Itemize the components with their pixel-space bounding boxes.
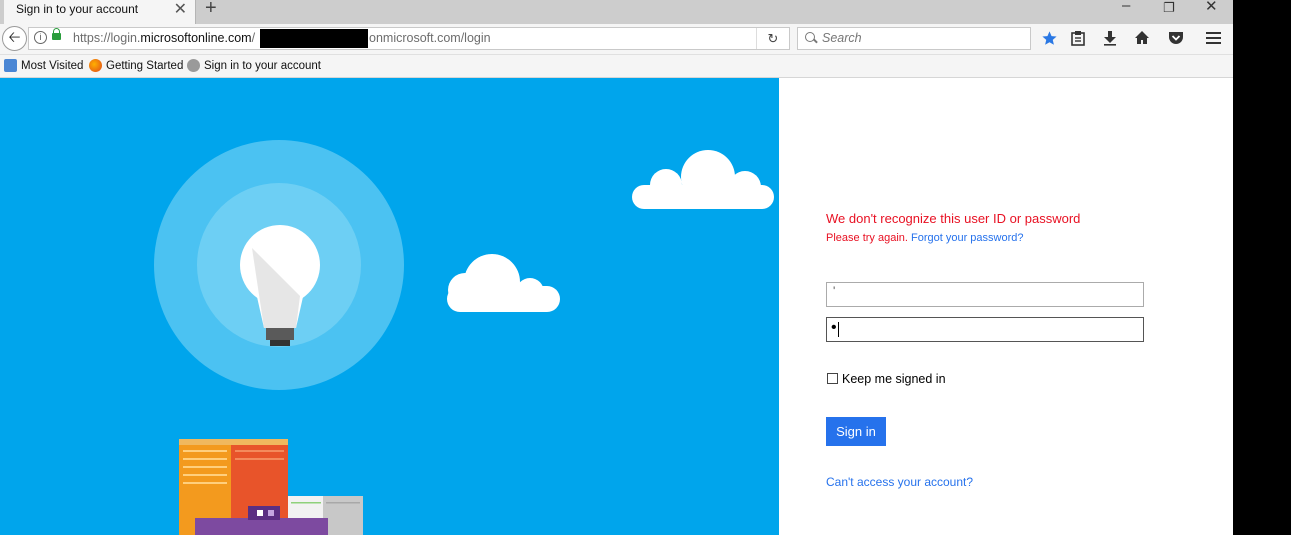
back-button[interactable]: 🡠 [2, 26, 27, 51]
browser-window: Sign in to your account ✕ + – ❐ ✕ 🡠 i ht… [0, 0, 1233, 535]
close-window-button[interactable]: ✕ [1205, 0, 1218, 15]
search-icon [805, 32, 815, 42]
tab-sign-in[interactable]: Sign in to your account ✕ [4, 0, 196, 24]
most-visited-icon [4, 59, 17, 72]
reload-icon[interactable]: ↻ [756, 28, 789, 49]
bookmark-most-visited[interactable]: Most Visited [4, 59, 83, 72]
tab-close-icon[interactable]: ✕ [174, 0, 187, 19]
hero-illustration [0, 78, 779, 535]
tab-title: Sign in to your account [16, 2, 139, 16]
firefox-icon [89, 59, 102, 72]
tab-bar: Sign in to your account ✕ + – ❐ ✕ [0, 0, 1233, 24]
new-tab-button[interactable]: + [205, 0, 217, 20]
keep-signed-in-checkbox[interactable] [827, 373, 838, 384]
illustration-svg [154, 140, 774, 535]
info-icon[interactable]: i [34, 31, 47, 44]
minimize-button[interactable]: – [1122, 0, 1130, 14]
globe-icon [187, 59, 200, 72]
error-title: We don't recognize this user ID or passw… [826, 211, 1081, 226]
url-text-end: onmicrosoft.com/login [369, 31, 491, 45]
redacted-block [260, 29, 368, 48]
pocket-icon[interactable] [1168, 30, 1184, 45]
search-input[interactable]: Search [797, 27, 1031, 50]
download-icon[interactable] [1103, 30, 1117, 46]
menu-icon[interactable] [1206, 31, 1221, 45]
url-bar[interactable]: i https://login.microsoftonline.com/ onm… [28, 27, 790, 50]
nav-toolbar: 🡠 i https://login.microsoftonline.com/ o… [0, 24, 1233, 55]
forgot-password-link[interactable]: Forgot your password? [911, 232, 1024, 244]
bookmark-star-icon[interactable] [1041, 30, 1058, 47]
password-value: • [831, 319, 837, 336]
error-subtext: Please try again. Forgot your password? [826, 232, 1024, 244]
bookmark-getting-started[interactable]: Getting Started [89, 59, 183, 72]
restore-button[interactable]: ❐ [1163, 0, 1175, 16]
text-caret [838, 322, 839, 337]
signin-button[interactable]: Sign in [826, 417, 886, 446]
bookmark-sign-in[interactable]: Sign in to your account [187, 59, 321, 72]
search-placeholder: Search [822, 31, 862, 45]
reading-list-icon[interactable] [1071, 30, 1085, 46]
error-retry-text: Please try again. [826, 232, 908, 244]
city-buildings [179, 439, 363, 535]
username-value: ' [833, 284, 836, 298]
cloud-icon [632, 150, 774, 209]
username-input[interactable]: ' [826, 282, 1144, 307]
bookmarks-bar: Most Visited Getting Started Sign in to … [0, 55, 1233, 78]
cant-access-link[interactable]: Can't access your account? [826, 475, 973, 489]
signin-panel: We don't recognize this user ID or passw… [779, 78, 1233, 535]
cloud-icon [447, 254, 560, 312]
url-text-start: https://login.microsoftonline.com/ [73, 31, 256, 45]
home-icon[interactable] [1134, 30, 1150, 45]
keep-signed-in-label[interactable]: Keep me signed in [842, 372, 946, 386]
lock-icon[interactable] [52, 28, 61, 40]
back-arrow-icon: 🡠 [8, 29, 21, 46]
lightbulb-icon [154, 140, 404, 390]
password-input[interactable]: • [826, 317, 1144, 342]
